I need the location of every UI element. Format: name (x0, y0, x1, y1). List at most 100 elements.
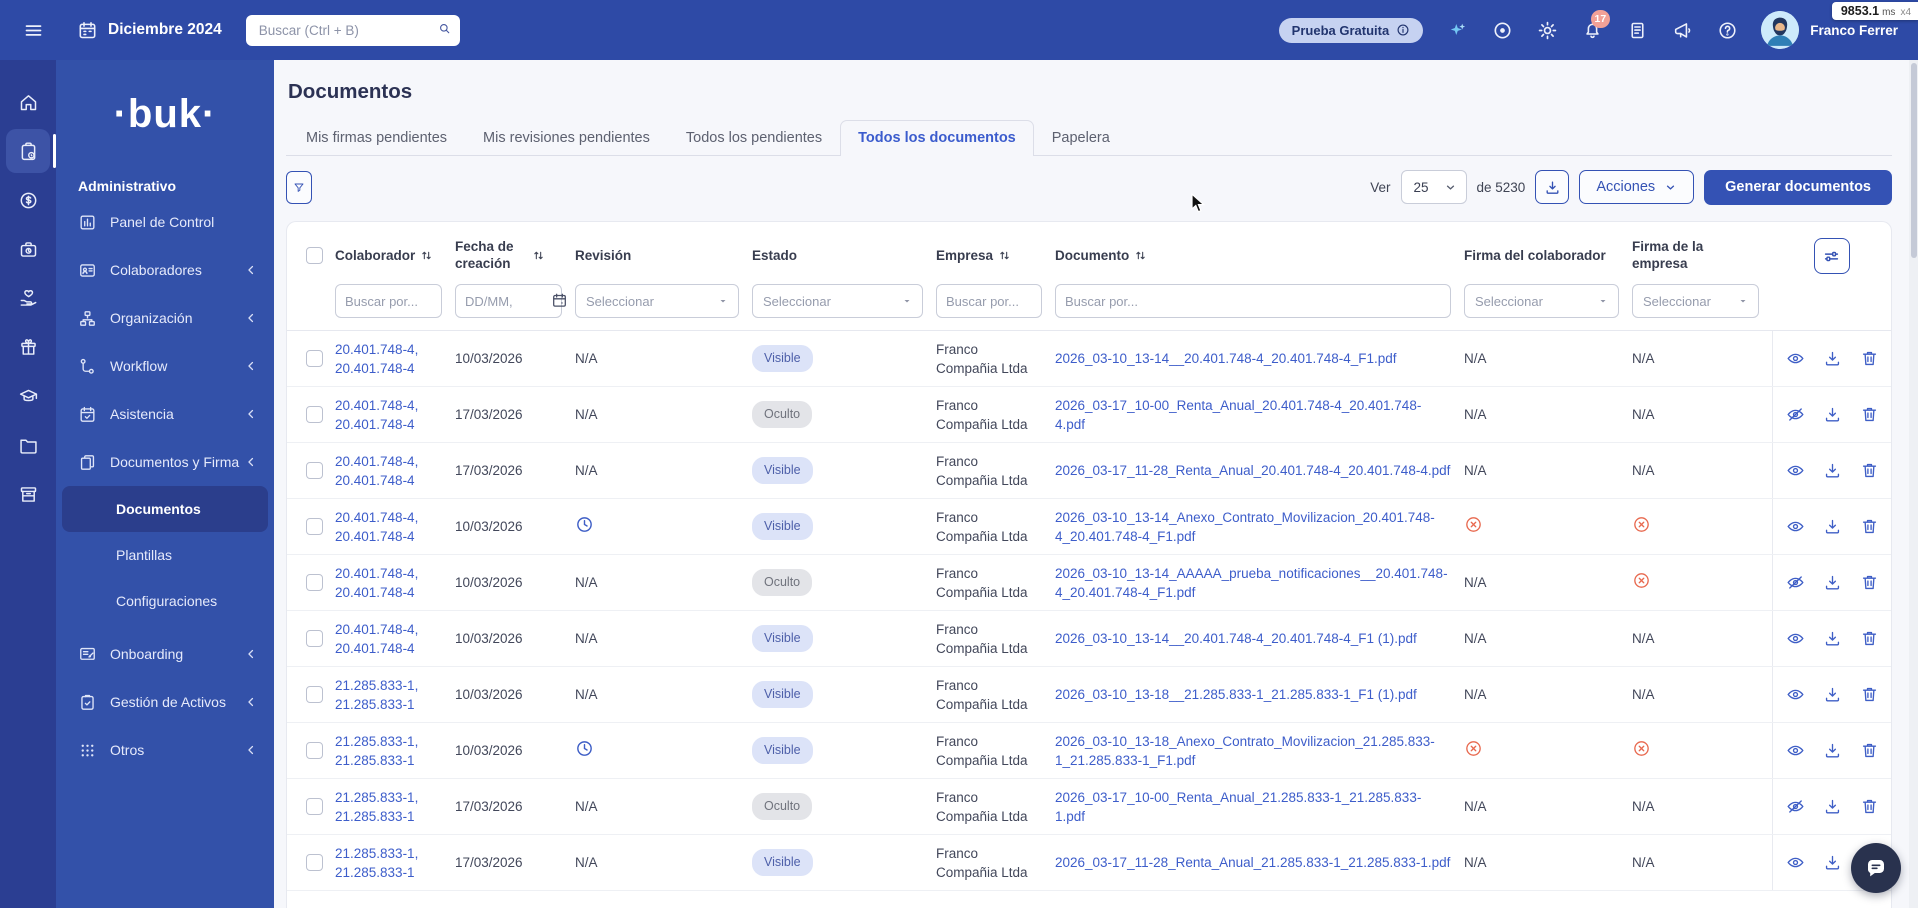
notifications-bell-icon[interactable]: 17 (1581, 10, 1611, 41)
delete-document-trash-icon[interactable] (1860, 405, 1879, 424)
column-header-colaborador[interactable]: Colaborador (335, 247, 455, 264)
chat-fab-button[interactable] (1851, 843, 1901, 893)
rail-archive-icon[interactable] (6, 472, 50, 516)
documento-link[interactable]: 2026_03-10_13-18__21.285.833-1_21.285.83… (1055, 687, 1417, 702)
colaborador-link[interactable]: 20.401.748-4, 20.401.748-4 (335, 454, 418, 488)
documento-link[interactable]: 2026_03-10_13-14__20.401.748-4_20.401.74… (1055, 351, 1397, 366)
delete-document-trash-icon[interactable] (1860, 573, 1879, 592)
download-document-icon[interactable] (1823, 573, 1842, 592)
delete-document-trash-icon[interactable] (1860, 517, 1879, 536)
view-document-eye-icon[interactable] (1786, 461, 1805, 480)
download-document-icon[interactable] (1823, 797, 1842, 816)
column-header-fecha[interactable]: Fecha de creación (455, 238, 575, 272)
view-document-eye-icon[interactable] (1786, 741, 1805, 760)
documento-link[interactable]: 2026_03-10_13-14_AAAAA_prueba_notificaci… (1055, 566, 1448, 600)
delete-document-trash-icon[interactable] (1860, 629, 1879, 648)
row-checkbox[interactable] (305, 574, 323, 591)
view-document-eye-icon[interactable] (1786, 853, 1805, 872)
download-document-icon[interactable] (1823, 517, 1842, 536)
documento-link[interactable]: 2026_03-10_13-14_Anexo_Contrato_Moviliza… (1055, 510, 1435, 544)
sidebar-subitem-documentos[interactable]: Documentos (62, 486, 268, 532)
rail-hand-heart-icon[interactable] (6, 276, 50, 320)
search-icon[interactable] (438, 22, 451, 39)
download-document-icon[interactable] (1823, 853, 1842, 872)
page-size-select[interactable]: 25 (1400, 170, 1467, 204)
search-input[interactable] (256, 21, 438, 39)
view-document-eye-icon[interactable] (1786, 349, 1805, 368)
sidebar-item-asistencia[interactable]: Asistencia (56, 390, 274, 438)
filter-firma-empresa-select[interactable]: Seleccionar (1632, 284, 1759, 318)
tab-mis-firmas-pendientes[interactable]: Mis firmas pendientes (288, 120, 465, 156)
ai-sparkle-icon[interactable] (1446, 19, 1468, 41)
announcements-megaphone-icon[interactable] (1671, 19, 1693, 41)
view-document-eye-icon[interactable] (1786, 685, 1805, 704)
filter-documento-input[interactable] (1055, 284, 1451, 318)
rail-gift-icon[interactable] (6, 325, 50, 369)
row-checkbox[interactable] (305, 854, 323, 871)
download-document-icon[interactable] (1823, 629, 1842, 648)
rail-folder-icon[interactable] (6, 423, 50, 467)
download-document-icon[interactable] (1823, 741, 1842, 760)
sidebar-subitem-plantillas[interactable]: Plantillas (62, 532, 268, 578)
filter-colaborador-input[interactable] (335, 284, 442, 318)
colaborador-link[interactable]: 20.401.748-4, 20.401.748-4 (335, 342, 418, 376)
sidebar-item-documentos-y-firma[interactable]: Documentos y Firma (56, 438, 274, 486)
tab-todos-los-documentos[interactable]: Todos los documentos (840, 120, 1034, 156)
changelog-icon[interactable] (1626, 19, 1648, 41)
documento-link[interactable]: 2026_03-17_10-00_Renta_Anual_21.285.833-… (1055, 790, 1421, 824)
filter-button[interactable] (286, 170, 312, 204)
documento-link[interactable]: 2026_03-17_10-00_Renta_Anual_20.401.748-… (1055, 398, 1421, 432)
documento-link[interactable]: 2026_03-17_11-28_Renta_Anual_20.401.748-… (1055, 463, 1450, 478)
sidebar-subitem-configuraciones[interactable]: Configuraciones (62, 578, 268, 624)
colaborador-link[interactable]: 20.401.748-4, 20.401.748-4 (335, 566, 418, 600)
row-checkbox[interactable] (305, 742, 323, 759)
hidden-document-eye-off-icon[interactable] (1786, 797, 1805, 816)
download-document-icon[interactable] (1823, 349, 1842, 368)
colaborador-link[interactable]: 21.285.833-1, 21.285.833-1 (335, 734, 418, 768)
user-avatar[interactable] (1761, 11, 1800, 49)
tab-todos-los-pendientes[interactable]: Todos los pendientes (668, 120, 840, 156)
row-checkbox[interactable] (305, 630, 323, 647)
delete-document-trash-icon[interactable] (1860, 741, 1879, 760)
sidebar-item-organizacion[interactable]: Organización (56, 294, 274, 342)
download-document-icon[interactable] (1823, 461, 1842, 480)
user-name[interactable]: Franco Ferrer (1810, 23, 1898, 38)
colaborador-link[interactable]: 21.285.833-1, 21.285.833-1 (335, 846, 418, 880)
help-icon[interactable] (1716, 19, 1738, 41)
colaborador-link[interactable]: 20.401.748-4, 20.401.748-4 (335, 510, 418, 544)
scrollbar-thumb[interactable] (1910, 63, 1917, 258)
documento-link[interactable]: 2026_03-17_11-28_Renta_Anual_21.285.833-… (1055, 855, 1450, 870)
filter-estado-select[interactable]: Seleccionar (752, 284, 923, 318)
delete-document-trash-icon[interactable] (1860, 685, 1879, 704)
page-scrollbar[interactable] (1909, 60, 1918, 908)
view-document-eye-icon[interactable] (1786, 629, 1805, 648)
hidden-document-eye-off-icon[interactable] (1786, 405, 1805, 424)
hamburger-menu-icon[interactable] (22, 19, 44, 41)
sidebar-item-workflow[interactable]: Workflow (56, 342, 274, 390)
colaborador-link[interactable]: 21.285.833-1, 21.285.833-1 (335, 790, 418, 824)
column-settings-button[interactable] (1813, 238, 1850, 274)
row-checkbox[interactable] (305, 406, 323, 423)
row-checkbox[interactable] (305, 350, 323, 367)
download-document-icon[interactable] (1823, 405, 1842, 424)
colaborador-link[interactable]: 20.401.748-4, 20.401.748-4 (335, 622, 418, 656)
filter-empresa-input[interactable] (936, 284, 1042, 318)
sidebar-item-gestion-de-activos[interactable]: Gestión de Activos (56, 678, 274, 726)
filter-revision-select[interactable]: Seleccionar (575, 284, 739, 318)
rail-home-icon[interactable] (6, 80, 50, 124)
trial-badge[interactable]: Prueba Gratuita (1278, 17, 1424, 43)
generar-documentos-button[interactable]: Generar documentos (1704, 169, 1892, 205)
view-document-eye-icon[interactable] (1786, 517, 1805, 536)
tab-mis-revisiones-pendientes[interactable]: Mis revisiones pendientes (465, 120, 668, 156)
select-all-checkbox[interactable] (305, 246, 323, 264)
filter-firma-colaborador-select[interactable]: Seleccionar (1464, 284, 1619, 318)
sidebar-item-onboarding[interactable]: Onboarding (56, 630, 274, 678)
tab-papelera[interactable]: Papelera (1034, 120, 1128, 156)
rail-graduation-icon[interactable] (6, 374, 50, 418)
filter-fecha-input[interactable] (455, 284, 562, 318)
column-header-empresa[interactable]: Empresa (936, 247, 1055, 264)
rail-coin-icon[interactable] (6, 178, 50, 222)
acciones-button[interactable]: Acciones (1579, 170, 1695, 204)
row-checkbox[interactable] (305, 798, 323, 815)
column-header-documento[interactable]: Documento (1055, 247, 1464, 264)
